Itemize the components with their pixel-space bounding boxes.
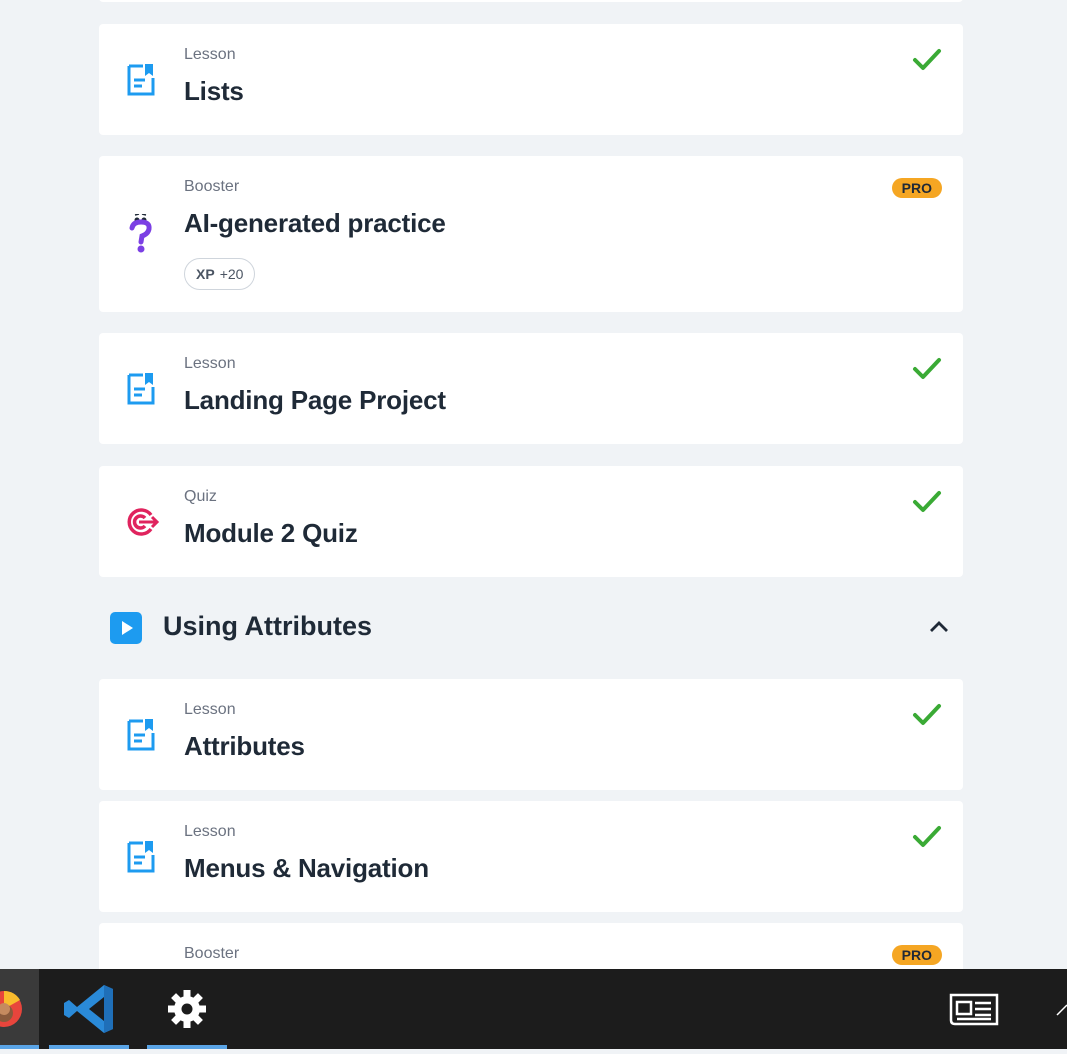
- target-icon: [127, 507, 159, 536]
- item-title: Menus & Navigation: [184, 853, 429, 883]
- settings-icon: [168, 990, 206, 1028]
- play-icon: [110, 612, 142, 644]
- lesson-icon: [127, 63, 155, 95]
- taskbar-browser[interactable]: [0, 969, 39, 1049]
- lesson-card-landing-page[interactable]: Lesson Landing Page Project: [99, 333, 963, 444]
- item-kind: Booster: [184, 178, 240, 195]
- item-kind: Booster: [184, 945, 240, 962]
- xp-value: +20: [219, 266, 244, 282]
- chevron-up-icon[interactable]: [927, 615, 951, 639]
- lesson-icon: [127, 372, 155, 404]
- section-title: Using Attributes: [163, 611, 372, 641]
- active-indicator: [0, 1045, 39, 1049]
- taskbar-tray-chevron[interactable]: [1045, 969, 1067, 1049]
- lesson-icon: [127, 718, 155, 750]
- question-mark-icon: [129, 214, 152, 253]
- card-partial-top: [99, 0, 963, 2]
- chevron-up-icon: [1056, 1004, 1067, 1016]
- xp-chip: XP +20: [184, 258, 256, 290]
- item-title: AI-generated practice: [184, 208, 446, 238]
- pro-badge: PRO: [891, 178, 942, 198]
- lesson-icon: [127, 840, 155, 872]
- item-kind: Lesson: [184, 355, 236, 372]
- section-header-using-attributes[interactable]: Using Attributes: [99, 597, 963, 657]
- vscode-icon: [64, 985, 113, 1033]
- checkmark-icon: [913, 704, 941, 725]
- lesson-card-attributes[interactable]: Lesson Attributes: [99, 679, 963, 790]
- checkmark-icon: [913, 491, 941, 512]
- item-kind: Quiz: [184, 488, 217, 505]
- lesson-card-lists[interactable]: Lesson Lists: [99, 24, 963, 135]
- checkmark-icon: [913, 826, 941, 847]
- item-kind: Lesson: [184, 823, 236, 840]
- item-title: Module 2 Quiz: [184, 518, 358, 548]
- xp-label: XP: [196, 266, 215, 282]
- booster-card-ai-practice[interactable]: Booster AI-generated practice PRO XP +20: [99, 156, 963, 312]
- open-indicator: [49, 1045, 129, 1049]
- taskbar: [0, 969, 1067, 1049]
- item-title: Landing Page Project: [184, 385, 446, 415]
- checkmark-icon: [913, 49, 941, 70]
- item-kind: Lesson: [184, 46, 236, 63]
- taskbar-settings[interactable]: [147, 969, 227, 1049]
- lesson-card-menus-navigation[interactable]: Lesson Menus & Navigation: [99, 801, 963, 912]
- item-title: Attributes: [184, 731, 305, 761]
- open-indicator: [147, 1045, 227, 1049]
- taskbar-vscode[interactable]: [49, 969, 129, 1049]
- item-title: Lists: [184, 76, 244, 106]
- pro-badge: PRO: [891, 945, 942, 965]
- browser-icon: [0, 990, 22, 1027]
- item-kind: Lesson: [184, 701, 236, 718]
- quiz-card-module-2[interactable]: Quiz Module 2 Quiz: [99, 466, 963, 577]
- news-icon: [949, 993, 999, 1026]
- taskbar-news[interactable]: [934, 969, 1014, 1049]
- checkmark-icon: [913, 358, 941, 379]
